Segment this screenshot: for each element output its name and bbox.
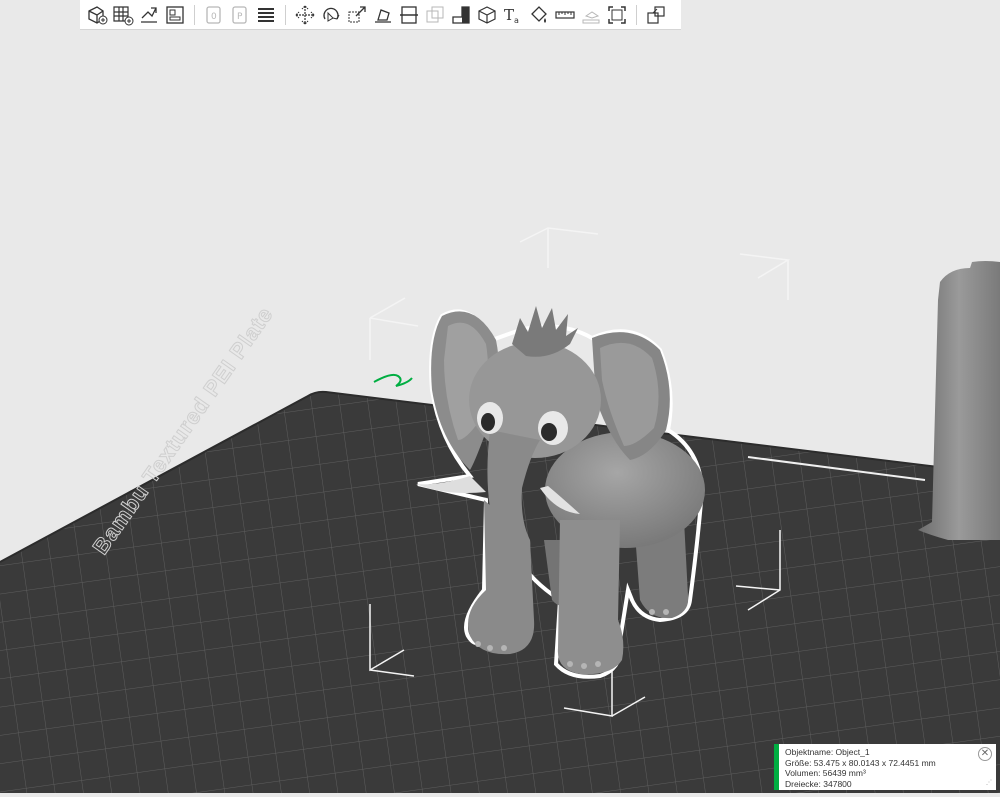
arrange-button[interactable]	[162, 2, 188, 28]
split-objects-icon: 0	[206, 5, 221, 24]
cut-button[interactable]	[396, 2, 422, 28]
text-emboss-button[interactable]: Ta	[500, 2, 526, 28]
object-info-panel: Objektname: Object_1 Größe: 53.475 x 80.…	[774, 744, 996, 790]
svg-text:T: T	[504, 6, 514, 24]
svg-text:P: P	[237, 12, 243, 22]
support-paint-button[interactable]	[448, 2, 474, 28]
add-plate-button[interactable]	[110, 2, 136, 28]
rotate-icon	[323, 7, 340, 22]
text-icon: Ta	[504, 6, 519, 25]
3d-viewport[interactable]: Bambu Textured PEI Plate	[0, 0, 1000, 793]
object-triangles-text: Dreiecke: 347800	[785, 778, 852, 789]
assembly-button[interactable]	[578, 2, 604, 28]
move-button[interactable]	[292, 2, 318, 28]
seam-paint-button[interactable]	[474, 2, 500, 28]
toolbar-separator	[285, 4, 286, 25]
close-icon[interactable]: ✕	[978, 747, 992, 761]
resize-grip-icon[interactable]: ⋰	[986, 778, 992, 789]
grid-plus-icon	[113, 5, 134, 25]
move-icon	[295, 5, 315, 24]
object-size-text: Größe: 53.475 x 80.0143 x 72.4451 mm	[785, 757, 936, 768]
svg-text:0: 0	[211, 12, 217, 22]
seam-paint-icon	[478, 5, 496, 24]
toolbar-separator	[636, 4, 637, 25]
bounding-box-icon	[608, 5, 626, 24]
viewport-canvas: Bambu Textured PEI Plate	[0, 227, 1000, 793]
toolbar-separator	[194, 4, 195, 25]
scale-icon	[348, 5, 366, 22]
lay-on-face-icon	[375, 8, 391, 23]
split-parts-icon: P	[232, 5, 247, 24]
color-paint-button[interactable]	[526, 2, 552, 28]
add-object-button[interactable]	[84, 2, 110, 28]
split-parts-button[interactable]: P	[227, 2, 253, 28]
support-paint-icon	[452, 5, 470, 24]
main-toolbar: 0 P Ta	[80, 0, 681, 30]
orient-icon	[141, 6, 157, 23]
view-explode-button[interactable]	[643, 2, 669, 28]
svg-text:a: a	[514, 16, 519, 25]
cut-icon	[400, 5, 418, 24]
lay-on-face-button[interactable]	[370, 2, 396, 28]
explode-icon	[647, 5, 665, 24]
color-paint-icon	[531, 5, 547, 23]
object-name-text: Objektname: Object_1	[785, 747, 870, 757]
scale-button[interactable]	[344, 2, 370, 28]
cube-plus-icon	[88, 5, 108, 24]
layers-icon	[258, 7, 274, 22]
split-objects-button[interactable]: 0	[201, 2, 227, 28]
object-volume-text: Volumen: 56439 mm³	[785, 768, 866, 778]
boolean-button[interactable]	[422, 2, 448, 28]
rotate-button[interactable]	[318, 2, 344, 28]
axis-gizmo	[373, 373, 413, 387]
arrange-icon	[166, 5, 184, 24]
variable-layer-height-button[interactable]	[253, 2, 279, 28]
ruler-icon	[555, 10, 575, 19]
auto-orient-button[interactable]	[136, 2, 162, 28]
measure-button[interactable]	[552, 2, 578, 28]
assembly-icon	[582, 10, 600, 23]
bounding-box-button[interactable]	[604, 2, 630, 28]
boolean-icon	[426, 6, 444, 22]
